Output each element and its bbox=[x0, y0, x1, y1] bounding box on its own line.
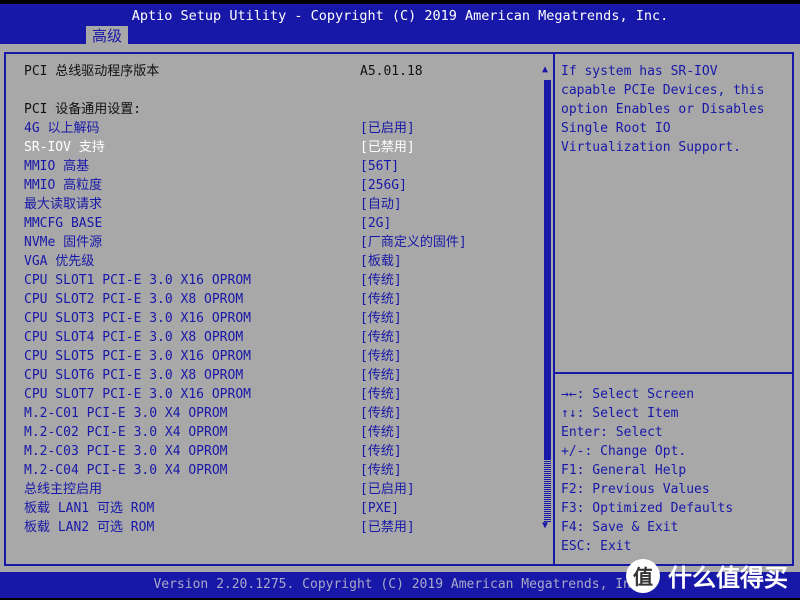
setting-label: MMCFG BASE bbox=[24, 216, 103, 231]
setting-value[interactable]: [传统] bbox=[360, 271, 402, 290]
setting-row[interactable]: 总线主控启用 [已启用] bbox=[24, 480, 415, 499]
setting-value[interactable]: [传统] bbox=[360, 404, 402, 423]
setting-label: M.2-C03 PCI-E 3.0 X4 OPROM bbox=[24, 444, 228, 459]
setting-value[interactable]: [传统] bbox=[360, 461, 402, 480]
setting-value[interactable]: [56T] bbox=[360, 157, 399, 176]
setting-row: PCI 总线驱动程序版本 A5.01.18 bbox=[24, 62, 423, 81]
setting-value: A5.01.18 bbox=[360, 64, 423, 79]
setting-label: PCI 总线驱动程序版本 bbox=[24, 64, 160, 79]
setting-value[interactable]: [传统] bbox=[360, 309, 402, 328]
setting-value[interactable]: [传统] bbox=[360, 442, 402, 461]
scroll-up-arrow-icon[interactable]: ▲ bbox=[542, 64, 548, 75]
setting-row[interactable]: 最大读取请求 [自动] bbox=[24, 195, 402, 214]
watermark-text: 什么值得买 bbox=[668, 564, 788, 592]
setting-row[interactable]: CPU SLOT4 PCI-E 3.0 X8 OPROM [传统] bbox=[24, 328, 402, 347]
help-divider bbox=[555, 372, 794, 374]
setting-value[interactable]: [256G] bbox=[360, 176, 407, 195]
setting-value[interactable]: [传统] bbox=[360, 423, 402, 442]
setting-value[interactable]: [传统] bbox=[360, 290, 402, 309]
setting-label: 板载 LAN1 可选 ROM bbox=[24, 501, 155, 516]
setting-label: 板载 LAN2 可选 ROM bbox=[24, 520, 155, 535]
watermark: 值 什么值得买 bbox=[626, 558, 788, 593]
setting-row[interactable]: VGA 优先级 [板载] bbox=[24, 252, 402, 271]
setting-label: VGA 优先级 bbox=[24, 254, 95, 269]
setting-label: CPU SLOT4 PCI-E 3.0 X8 OPROM bbox=[24, 330, 244, 345]
setting-row[interactable]: CPU SLOT3 PCI-E 3.0 X16 OPROM [传统] bbox=[24, 309, 402, 328]
setting-value[interactable]: [传统] bbox=[360, 328, 402, 347]
setting-value[interactable]: [传统] bbox=[360, 366, 402, 385]
setting-value[interactable]: [传统] bbox=[360, 385, 402, 404]
setting-row[interactable]: M.2-C02 PCI-E 3.0 X4 OPROM [传统] bbox=[24, 423, 402, 442]
setting-value[interactable]: [已启用] bbox=[360, 480, 415, 499]
setting-value[interactable]: [已启用] bbox=[360, 119, 415, 138]
scrollbar-thumb[interactable] bbox=[544, 80, 551, 460]
setting-row[interactable]: 4G 以上解码 [已启用] bbox=[24, 119, 415, 138]
setting-label: PCI 设备通用设置: bbox=[24, 102, 142, 117]
setting-row[interactable]: CPU SLOT6 PCI-E 3.0 X8 OPROM [传统] bbox=[24, 366, 402, 385]
setting-label: CPU SLOT7 PCI-E 3.0 X16 OPROM bbox=[24, 387, 251, 402]
setting-label: 4G 以上解码 bbox=[24, 121, 100, 136]
setting-row[interactable]: 板载 LAN2 可选 ROM [已禁用] bbox=[24, 518, 415, 537]
setting-value[interactable]: [已禁用] bbox=[360, 138, 415, 157]
scrollbar-track[interactable] bbox=[544, 460, 551, 522]
app-title: Aptio Setup Utility - Copyright (C) 2019… bbox=[131, 8, 669, 24]
setting-value[interactable]: [自动] bbox=[360, 195, 402, 214]
setting-label: CPU SLOT2 PCI-E 3.0 X8 OPROM bbox=[24, 292, 244, 307]
footer-bar: Version 2.20.1275. Copyright (C) 2019 Am… bbox=[0, 558, 800, 598]
setting-label: NVMe 固件源 bbox=[24, 235, 103, 250]
setting-row[interactable]: CPU SLOT5 PCI-E 3.0 X16 OPROM [传统] bbox=[24, 347, 402, 366]
setting-row[interactable]: CPU SLOT7 PCI-E 3.0 X16 OPROM [传统] bbox=[24, 385, 402, 404]
setting-row[interactable]: MMCFG BASE [2G] bbox=[24, 214, 391, 233]
setting-label: SR-IOV 支持 bbox=[24, 140, 105, 155]
scrollbar[interactable]: ▲ ▼ bbox=[541, 64, 553, 534]
setting-label: M.2-C01 PCI-E 3.0 X4 OPROM bbox=[24, 406, 228, 421]
setting-label: CPU SLOT6 PCI-E 3.0 X8 OPROM bbox=[24, 368, 244, 383]
divider bbox=[553, 52, 555, 566]
setting-row[interactable]: SR-IOV 支持 [已禁用] bbox=[24, 138, 415, 157]
setting-row[interactable]: CPU SLOT1 PCI-E 3.0 X16 OPROM [传统] bbox=[24, 271, 402, 290]
setting-row[interactable]: MMIO 高基 [56T] bbox=[24, 157, 399, 176]
setting-label: M.2-C04 PCI-E 3.0 X4 OPROM bbox=[24, 463, 228, 478]
tab-advanced[interactable]: 高级 bbox=[86, 26, 129, 46]
setting-value[interactable]: [厂商定义的固件] bbox=[360, 233, 467, 252]
setting-row[interactable]: M.2-C04 PCI-E 3.0 X4 OPROM [传统] bbox=[24, 461, 402, 480]
title-bar: Aptio Setup Utility - Copyright (C) 2019… bbox=[0, 4, 800, 46]
setting-value[interactable]: [2G] bbox=[360, 214, 391, 233]
setting-value[interactable]: [板载] bbox=[360, 252, 402, 271]
scroll-down-arrow-icon[interactable]: ▼ bbox=[542, 520, 548, 531]
setting-row[interactable]: MMIO 高粒度 [256G] bbox=[24, 176, 407, 195]
setting-row[interactable]: NVMe 固件源 [厂商定义的固件] bbox=[24, 233, 467, 252]
setting-value[interactable]: [传统] bbox=[360, 347, 402, 366]
setting-label: 总线主控启用 bbox=[24, 482, 103, 497]
setting-label: CPU SLOT5 PCI-E 3.0 X16 OPROM bbox=[24, 349, 251, 364]
setting-label: M.2-C02 PCI-E 3.0 X4 OPROM bbox=[24, 425, 228, 440]
setting-value[interactable]: [PXE] bbox=[360, 499, 399, 518]
setting-value[interactable]: [已禁用] bbox=[360, 518, 415, 537]
watermark-logo: 值 bbox=[626, 558, 660, 593]
help-text: If system has SR-IOV capable PCIe Device… bbox=[561, 64, 765, 155]
setting-label: 最大读取请求 bbox=[24, 197, 103, 212]
setting-row[interactable]: 板载 LAN1 可选 ROM [PXE] bbox=[24, 499, 399, 518]
setting-row[interactable]: M.2-C01 PCI-E 3.0 X4 OPROM [传统] bbox=[24, 404, 402, 423]
setting-row[interactable]: CPU SLOT2 PCI-E 3.0 X8 OPROM [传统] bbox=[24, 290, 402, 309]
key-legend: →←: Select Screen ↑↓: Select Item Enter:… bbox=[561, 387, 734, 554]
setting-label: MMIO 高基 bbox=[24, 159, 90, 174]
setting-row: PCI 设备通用设置: bbox=[24, 100, 141, 119]
setting-label: MMIO 高粒度 bbox=[24, 178, 103, 193]
main-panel: PCI 总线驱动程序版本 A5.01.18 PCI 设备通用设置: 4G 以上解码 [已… bbox=[0, 44, 800, 572]
setting-label: CPU SLOT3 PCI-E 3.0 X16 OPROM bbox=[24, 311, 251, 326]
setting-row[interactable]: M.2-C03 PCI-E 3.0 X4 OPROM [传统] bbox=[24, 442, 402, 461]
setting-label: CPU SLOT1 PCI-E 3.0 X16 OPROM bbox=[24, 273, 251, 288]
